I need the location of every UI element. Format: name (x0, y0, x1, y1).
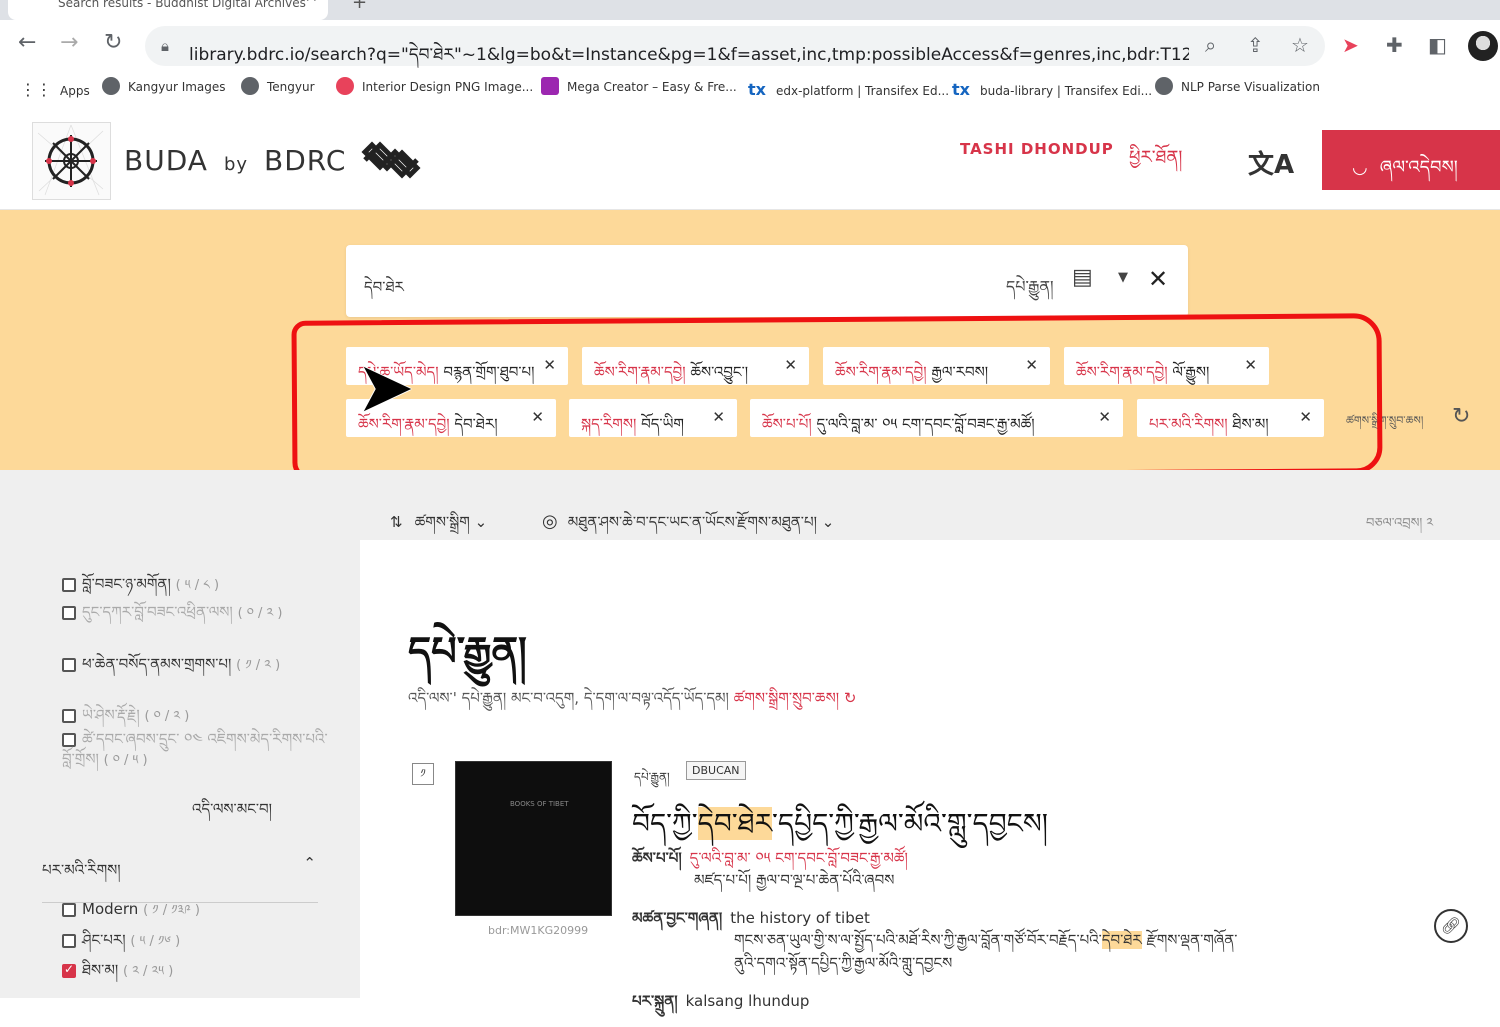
book-icon[interactable]: ▤ (1072, 265, 1093, 290)
site-header: BUDA by BDRC TASHI DHONDUP ཕྱིར་ཐོན། 文A ◡ ཞ… (0, 104, 1500, 210)
donate-button[interactable]: ◡ ཞལ་འདེབས། (1322, 130, 1500, 190)
site-icon (541, 77, 559, 95)
result-index: ༡ (412, 763, 434, 785)
globe-icon (1155, 77, 1173, 95)
extensions-puzzle-icon[interactable]: ✚ (1386, 33, 1403, 57)
transifex-icon: tx (748, 80, 766, 99)
facet-option[interactable]: ཚེ་དབང་ཞབས་དྲུང་ ༠༤ འཇིགས་མེད་རིགས་པའི་བ… (62, 729, 332, 771)
bookmark-apps[interactable]: ⋮⋮ Apps (20, 80, 90, 99)
site-icon (336, 77, 354, 95)
tab-title: Search results - Buddhist Digital Archiv… (58, 0, 306, 10)
result-publisher: པར་སྐྲུན། kalsang lhundup (632, 992, 810, 1010)
checkbox[interactable] (62, 732, 76, 747)
checkbox[interactable] (62, 577, 76, 592)
forward-icon[interactable]: → (60, 30, 78, 55)
search-box[interactable]: དེབ་ཐེར དཔེ་རྒྱུན། ▤ ▼ ✕ (346, 245, 1188, 317)
bookmark-mega-creator[interactable]: Mega Creator – Easy & Fre... (541, 77, 737, 95)
username-link[interactable]: TASHI DHONDUP (960, 140, 1114, 158)
chevron-up-icon[interactable]: ⌃ (303, 854, 316, 872)
link-icon[interactable]: 🔗︎ (1434, 909, 1468, 943)
bookmark-buda-transifex[interactable]: tx buda-library | Transifex Edi... (952, 80, 1152, 99)
bookmark-nlp-parse[interactable]: NLP Parse Visualization (1155, 77, 1320, 95)
tab-strip: Search results - Buddhist Digital Archiv… (0, 0, 1500, 20)
clear-search-icon[interactable]: ✕ (1148, 265, 1168, 293)
result-id: bdr:MW1KG20999 (488, 924, 589, 937)
bookmark-star-icon[interactable]: ☆ (1291, 33, 1309, 57)
back-icon[interactable]: ← (18, 30, 36, 55)
facet-option[interactable]: ཐིས་མ། ( ༢ / ༢༥ ) (62, 954, 173, 996)
checkbox[interactable] (62, 902, 76, 917)
globe-icon (102, 77, 120, 95)
checkbox[interactable] (62, 605, 76, 620)
apps-grid-icon: ⋮⋮ (20, 80, 52, 99)
share-icon[interactable]: ⇪ (1247, 33, 1264, 57)
zoom-icon[interactable]: ⌕ (1205, 33, 1216, 57)
author-note: མཛད་པ་པོ། རྒྱལ་བ་ལྔ་པ་ཆེན་པོའི་ཞབས (694, 871, 895, 889)
checkbox[interactable] (62, 657, 76, 672)
bookmark-kangyur[interactable]: Kangyur Images (102, 77, 226, 95)
results-description: འདི་ལས་' དཔེ་རྒྱུན། མང་བ་འདུག, དེ་དག་ལ་བ… (408, 689, 857, 707)
red-highlight-annotation (291, 313, 1383, 481)
lock-icon: 🔒︎ (161, 37, 169, 55)
endless-knot-icon (357, 137, 425, 193)
bowl-icon: ◡ (1352, 157, 1368, 178)
brand-title[interactable]: BUDA by BDRC (124, 144, 346, 177)
bdrc-logo[interactable] (32, 122, 111, 200)
see-more-link[interactable]: འདི་ལས་མང་བ། (192, 793, 272, 835)
chevron-down-icon: ⌄ (474, 513, 488, 531)
reset-filters-inline-link[interactable]: ཚགས་སྒྲིག་སྲུབ་ཆས། (734, 689, 839, 707)
reset-icon[interactable]: ↻ (1452, 404, 1470, 429)
alt-title-line: ནུའི་དགའ་སྟོན་དཔྱིད་ཀྱི་རྒྱལ་མོའི་གླུ་དབ… (734, 954, 953, 972)
transifex-icon: tx (952, 80, 970, 99)
browser-tab[interactable]: Search results - Buddhist Digital Archiv… (8, 0, 328, 20)
chevron-down-icon[interactable]: ▼ (1118, 270, 1128, 285)
bookmark-tengyur[interactable]: Tengyur (241, 77, 315, 95)
address-bar[interactable]: 🔒︎ library.bdrc.io/search?q="དེབ་ཐེར"~1&… (145, 26, 1325, 66)
target-icon: ◎ (542, 511, 558, 532)
extension-arrow-icon[interactable]: ➤ (1342, 33, 1359, 57)
dharma-wheel-icon (37, 124, 104, 196)
reset-icon[interactable]: ↻ (844, 689, 857, 707)
checkbox[interactable] (62, 933, 76, 948)
chevron-down-icon: ⌄ (821, 513, 835, 531)
facet-option[interactable]: དུང་དཀར་བློ་བཟང་འཕྲིན་ལས། ( ༠ / ༢ ) (62, 596, 283, 638)
bookmarks-bar: ⋮⋮ Apps Kangyur Images Tengyur Interior D… (0, 72, 1500, 104)
facet-option[interactable]: ཕ་ཆེན་བསོད་ནམས་གྲགས་པ། ( ༡ / ༢ ) (62, 648, 280, 690)
side-panel-icon[interactable]: ◧ (1428, 33, 1447, 57)
results-main: དཔེ་རྒྱུན། འདི་ལས་' དཔེ་རྒྱུན། མང་བ་འདུག… (360, 540, 1500, 1010)
new-tab-icon[interactable]: + (352, 0, 367, 13)
sort-arrows-icon: ⇅ (390, 513, 403, 531)
checkbox[interactable] (62, 708, 76, 723)
bookmark-interior-design[interactable]: Interior Design PNG Image... (336, 77, 533, 95)
logout-link[interactable]: ཕྱིར་ཐོན། (1129, 138, 1182, 188)
profile-avatar[interactable] (1468, 31, 1498, 61)
bookmark-edx-transifex[interactable]: tx edx-platform | Transifex Ed... (748, 80, 949, 99)
result-thumbnail[interactable]: BOOKS OF TIBET (455, 761, 612, 916)
checkbox-checked[interactable] (62, 962, 76, 978)
globe-icon (241, 77, 259, 95)
reload-icon[interactable]: ↻ (104, 30, 122, 55)
result-badge: DBUCAN (686, 761, 746, 780)
datatype-select[interactable]: དཔེ་རྒྱུན། (1006, 269, 1054, 314)
mouse-cursor-icon: ➤ (356, 346, 415, 428)
search-query-input[interactable]: དེབ་ཐེར (364, 271, 404, 313)
browser-toolbar: ← → ↻ 🔒︎ library.bdrc.io/search?q="དེབ་ཐ… (0, 20, 1500, 72)
language-translate-icon[interactable]: 文A (1248, 144, 1294, 181)
